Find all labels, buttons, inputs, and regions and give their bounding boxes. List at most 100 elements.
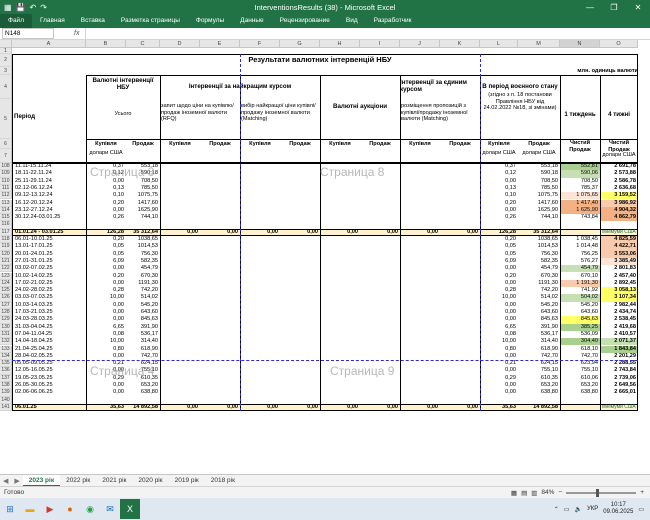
network-icon[interactable]: ▭ [564,506,570,513]
sheet-tab[interactable]: 2019 рік [169,475,205,487]
row-header[interactable]: 139 [0,389,12,397]
ribbon-tab[interactable]: Разработчик [366,14,420,28]
row-header[interactable]: 114 [0,206,12,215]
row-header[interactable]: 4 [0,75,12,99]
row-header[interactable]: 108 [0,163,12,171]
chrome-icon[interactable]: ◉ [80,499,100,519]
fx-icon[interactable]: fx [74,30,79,37]
column-header[interactable]: N [560,40,600,48]
row-header[interactable]: 136 [0,367,12,375]
ribbon-tab[interactable]: Данные [232,14,271,28]
row-header[interactable]: 120 [0,250,12,258]
ribbon-tab[interactable]: Рецензирование [272,14,338,28]
zoom-in-icon[interactable]: + [640,489,644,496]
select-all-corner[interactable] [0,40,12,48]
row-header[interactable]: 110 [0,177,12,185]
row-header[interactable]: 128 [0,309,12,317]
zoom-knob[interactable] [595,488,599,497]
column-header[interactable]: L [480,40,518,48]
zoom-slider[interactable] [566,488,637,497]
spreadsheet-grid[interactable]: A B C D E F G H I J K L M N O 1 2 3 4 5 6 7 Результати валютни… [0,40,650,474]
column-header[interactable]: G [280,40,320,48]
notifications-icon[interactable]: ▭ [638,506,644,513]
ribbon-tab[interactable]: Формулы [188,14,232,28]
ribbon-tab[interactable]: Разметка страницы [113,14,188,28]
row-header[interactable]: 125 [0,287,12,295]
ribbon-tab[interactable]: Вид [338,14,366,28]
column-header[interactable]: I [360,40,400,48]
row-header[interactable]: 6 [0,139,12,149]
row-header[interactable]: 119 [0,243,12,251]
media-icon[interactable]: ▶ [40,499,60,519]
row-header[interactable]: 137 [0,374,12,382]
volume-icon[interactable]: 🔈 [575,506,582,513]
row-header[interactable]: 122 [0,265,12,273]
row-header[interactable]: 5 [0,99,12,139]
row-header[interactable]: 129 [0,316,12,324]
outlook-icon[interactable]: ✉ [100,499,120,519]
row-header[interactable]: 123 [0,272,12,280]
row-header[interactable]: 127 [0,301,12,309]
page-layout-icon[interactable]: ▤ [521,489,527,497]
row-header[interactable]: 7 [0,149,12,163]
save-icon[interactable]: 💾 [16,3,26,12]
row-header[interactable]: 134 [0,352,12,361]
column-header[interactable]: D [160,40,200,48]
row-header[interactable]: 124 [0,279,12,288]
ribbon-tab[interactable]: Вставка [73,14,113,28]
prev-sheet-icon[interactable]: ◀ [0,477,11,485]
column-header[interactable]: J [400,40,440,48]
column-header[interactable]: C [126,40,160,48]
language-indicator[interactable]: УКР [587,506,598,512]
row-header[interactable]: 132 [0,338,12,346]
row-header[interactable]: 112 [0,192,12,200]
row-header[interactable]: 118 [0,236,12,244]
tray-arrow-icon[interactable]: ⌃ [554,506,559,513]
clock[interactable]: 10:17 09.06.2025 [603,502,633,516]
column-header[interactable]: F [240,40,280,48]
row-header[interactable]: 130 [0,323,12,331]
sheet-tab[interactable]: 2023 рік [22,474,61,487]
undo-icon[interactable]: ↶ [30,3,37,12]
row-header[interactable]: 133 [0,345,12,353]
row-header[interactable]: 141 [0,403,12,412]
column-header[interactable]: A [12,40,86,48]
row-header[interactable]: 126 [0,294,12,302]
row-header[interactable]: 2 [0,54,12,67]
row-header[interactable]: 113 [0,199,12,207]
row-header[interactable]: 3 [0,67,12,75]
row-header[interactable]: 121 [0,257,12,266]
sheet-tab[interactable]: 2022 рік [60,475,96,487]
page-break-icon[interactable]: ▥ [531,489,537,497]
redo-icon[interactable]: ↷ [40,3,47,12]
row-header[interactable]: 116 [0,221,12,229]
column-header[interactable]: B [86,40,126,48]
sheet-tab[interactable]: 2021 рік [96,475,132,487]
row-header[interactable]: 115 [0,214,12,222]
explorer-icon[interactable]: ▬ [20,499,40,519]
normal-view-icon[interactable]: ▦ [511,489,517,497]
row-header[interactable]: 140 [0,396,12,404]
row-header[interactable]: 135 [0,360,12,368]
column-header[interactable]: O [600,40,638,48]
start-icon[interactable]: ⊞ [0,499,20,519]
row-header[interactable]: 131 [0,330,12,339]
column-header[interactable]: H [320,40,360,48]
column-header[interactable]: E [200,40,240,48]
minimize-icon[interactable]: — [578,3,602,12]
row-header[interactable]: 111 [0,184,12,193]
sheet-tab[interactable]: 2020 рік [132,475,168,487]
column-header[interactable]: K [440,40,480,48]
row-header[interactable]: 109 [0,170,12,178]
next-sheet-icon[interactable]: ▶ [11,477,22,485]
ribbon-tab[interactable]: Файл [0,14,32,28]
row-header[interactable]: 117 [0,228,12,236]
formula-input[interactable] [85,28,650,39]
row-header[interactable]: 138 [0,382,12,390]
excel-taskbar-icon[interactable]: X [120,499,140,519]
column-header[interactable]: M [518,40,560,48]
firefox-icon[interactable]: ● [60,499,80,519]
ribbon-tab[interactable]: Главная [32,14,73,28]
close-icon[interactable]: ✕ [626,3,650,12]
zoom-out-icon[interactable]: − [558,489,562,496]
